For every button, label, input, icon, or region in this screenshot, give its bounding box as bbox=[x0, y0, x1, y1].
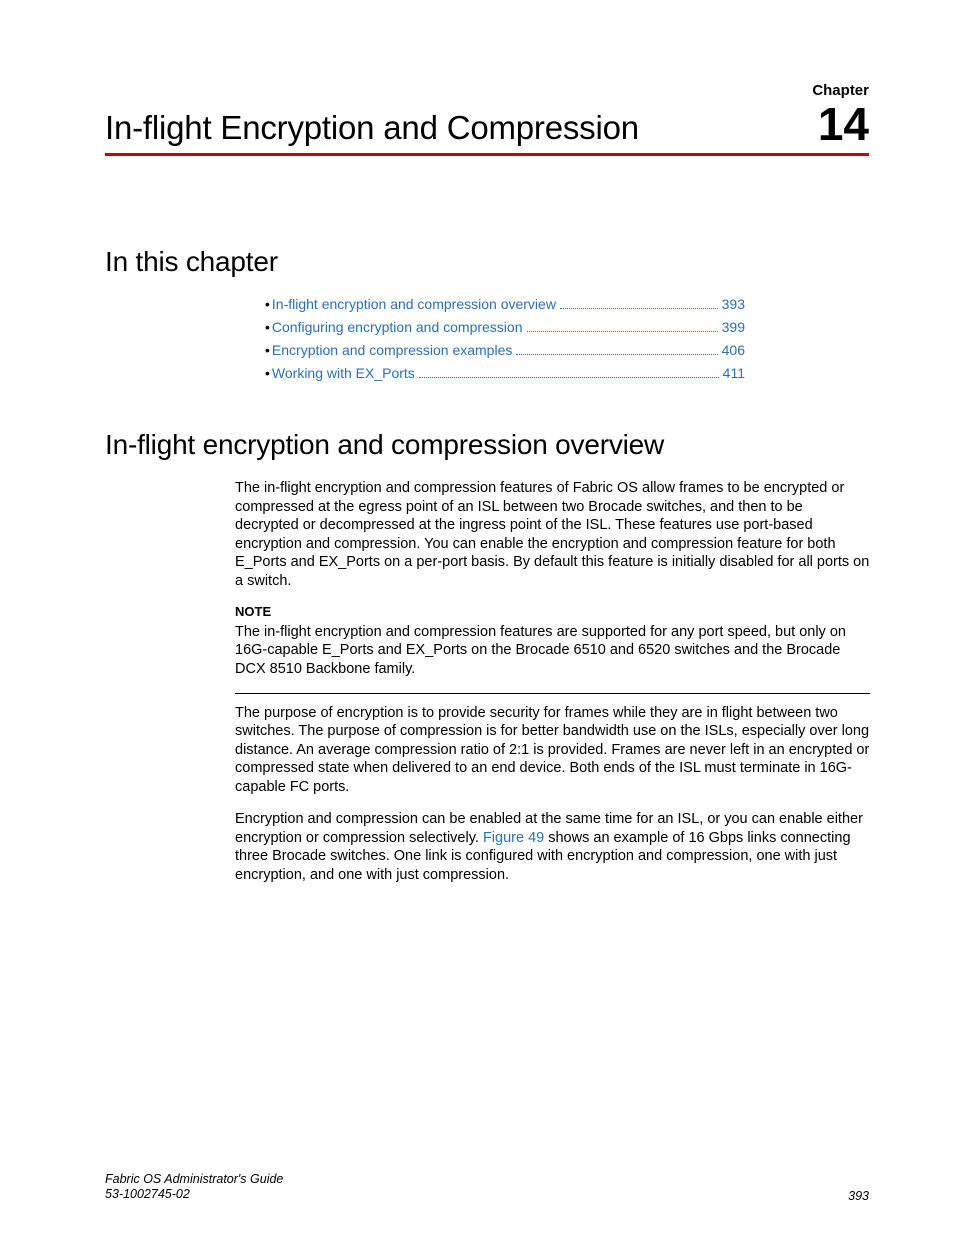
body-content: The in-flight encryption and compression… bbox=[235, 479, 870, 884]
toc-label: In-flight encryption and compression ove… bbox=[272, 296, 556, 312]
paragraph: The purpose of encryption is to provide … bbox=[235, 704, 870, 797]
chapter-number: 14 bbox=[812, 101, 869, 147]
toc-leader bbox=[516, 354, 717, 355]
section-overview: In-flight encryption and compression ove… bbox=[105, 429, 869, 461]
footer-doc-info: Fabric OS Administrator's Guide 53-10027… bbox=[105, 1172, 283, 1203]
chapter-label: Chapter bbox=[812, 82, 869, 99]
figure-reference-link[interactable]: Figure 49 bbox=[483, 830, 544, 846]
toc-leader bbox=[560, 308, 718, 309]
chapter-header: In-flight Encryption and Compression Cha… bbox=[105, 82, 869, 156]
bullet-icon: • bbox=[265, 296, 270, 312]
toc-page: 406 bbox=[722, 342, 745, 358]
paragraph: Encryption and compression can be enable… bbox=[235, 810, 870, 884]
note-label: NOTE bbox=[235, 604, 870, 621]
chapter-title: In-flight Encryption and Compression bbox=[105, 109, 639, 147]
toc-page: 399 bbox=[722, 319, 745, 335]
bullet-icon: • bbox=[265, 365, 270, 381]
toc-list: • In-flight encryption and compression o… bbox=[265, 296, 745, 381]
note-separator bbox=[235, 693, 870, 694]
paragraph: The in-flight encryption and compression… bbox=[235, 479, 870, 590]
toc-page: 411 bbox=[723, 365, 745, 381]
toc-label: Encryption and compression examples bbox=[272, 342, 512, 358]
toc-leader bbox=[527, 331, 718, 332]
footer-doc-number: 53-1002745-02 bbox=[105, 1187, 283, 1203]
toc-page: 393 bbox=[722, 296, 745, 312]
footer-page-number: 393 bbox=[848, 1189, 869, 1203]
toc-item[interactable]: • Encryption and compression examples 40… bbox=[265, 342, 745, 358]
page-footer: Fabric OS Administrator's Guide 53-10027… bbox=[105, 1172, 869, 1203]
toc-label: Configuring encryption and compression bbox=[272, 319, 523, 335]
bullet-icon: • bbox=[265, 319, 270, 335]
toc-label: Working with EX_Ports bbox=[272, 365, 415, 381]
chapter-number-box: Chapter 14 bbox=[812, 82, 869, 147]
footer-guide-title: Fabric OS Administrator's Guide bbox=[105, 1172, 283, 1188]
section-in-this-chapter: In this chapter bbox=[105, 246, 869, 278]
toc-item[interactable]: • In-flight encryption and compression o… bbox=[265, 296, 745, 312]
note-text: The in-flight encryption and compression… bbox=[235, 623, 870, 679]
toc-leader bbox=[419, 377, 719, 378]
toc-item[interactable]: • Working with EX_Ports 411 bbox=[265, 365, 745, 381]
toc-item[interactable]: • Configuring encryption and compression… bbox=[265, 319, 745, 335]
bullet-icon: • bbox=[265, 342, 270, 358]
